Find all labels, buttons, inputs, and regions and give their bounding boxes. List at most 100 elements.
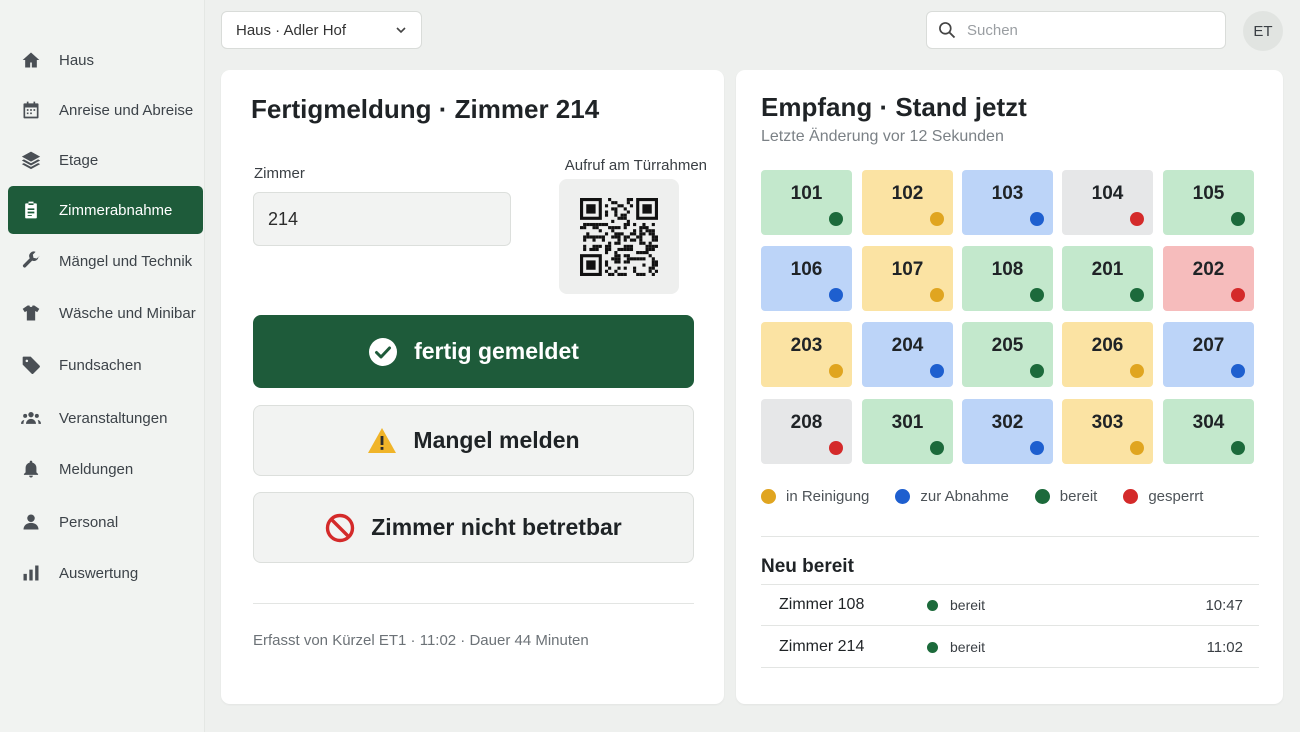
room-tile[interactable]: 301 [862,399,953,464]
sidebar-item-haus[interactable]: Haus [8,36,203,84]
room-number: 105 [1192,183,1225,204]
room-tile[interactable]: 303 [1062,399,1153,464]
status-dot [927,641,938,653]
search-box[interactable] [926,11,1226,49]
sidebar-item-label: Zimmerabnahme [59,201,173,219]
legend-label: bereit [1059,488,1098,505]
sidebar-item-veranstaltungen[interactable]: Veranstaltungen [8,394,203,442]
list-item[interactable]: Zimmer 214 bereit 11:02 [761,627,1259,668]
room-tile[interactable]: 104 [1062,170,1153,235]
wrench-icon [20,250,42,272]
sidebar-item-anreise[interactable]: Anreise und Abreise [8,86,203,134]
list-item-status: bereit [950,639,986,655]
sidebar: Haus Anreise und Abreise Etage Zimmerabn… [0,0,205,732]
report-defect-label: Mangel melden [413,427,580,453]
house-selector[interactable]: Haus · Adler Hof [221,11,422,49]
room-number: 301 [891,412,924,433]
divider [761,536,1259,537]
room-number: 208 [790,412,823,433]
legend-label: gesperrt [1148,488,1204,505]
new-ready-title: Neu bereit [761,556,854,577]
sidebar-item-maengel[interactable]: Mängel und Technik [8,237,203,285]
room-tile[interactable]: 202 [1163,246,1254,311]
room-tile[interactable]: 204 [862,322,953,387]
sidebar-item-fundsachen[interactable]: Fundsachen [8,341,203,389]
status-dot [1130,288,1144,302]
room-tile[interactable]: 101 [761,170,852,235]
room-number: 204 [891,335,924,356]
room-tile[interactable]: 206 [1062,322,1153,387]
person-icon [20,511,42,533]
sidebar-item-label: Auswertung [59,564,139,582]
legend-dot [895,489,911,504]
qr-label: Aufruf am Türrahmen [564,157,707,174]
sidebar-item-etage[interactable]: Etage [8,136,203,184]
room-tile[interactable]: 208 [761,399,852,464]
room-tile[interactable]: 108 [962,246,1053,311]
status-dot [930,288,944,302]
room-input[interactable] [253,192,511,246]
sidebar-item-label: Anreise und Abreise [59,101,194,119]
clipboard-icon [20,199,42,221]
list-item-status: bereit [950,597,986,613]
room-tile[interactable]: 205 [962,322,1053,387]
list-item[interactable]: Zimmer 108 bereit 10:47 [761,585,1259,626]
no-entry-icon [326,513,355,542]
divider [253,603,694,604]
status-dot [1130,441,1144,455]
status-dot [930,441,944,455]
qr-code [559,179,679,294]
room-tile[interactable]: 302 [962,399,1053,464]
room-number: 108 [991,259,1024,280]
report-title: Fertigmeldung · Zimmer 214 [251,94,600,124]
sidebar-item-meldungen[interactable]: Meldungen [8,445,203,493]
legend-dot [1034,489,1050,504]
legend-item: bereit [1034,488,1098,505]
status-dot [829,288,843,302]
list-item-time: 11:02 [1206,638,1243,656]
report-defect-button[interactable]: Mangel melden [253,405,694,476]
list-item-room: Zimmer 108 [779,596,865,613]
status-dot [1231,364,1245,378]
list-item-time: 10:47 [1205,596,1243,614]
room-tile[interactable]: 107 [862,246,953,311]
sidebar-item-label: Haus [59,51,95,69]
room-tile[interactable]: 304 [1163,399,1254,464]
status-dot [930,364,944,378]
sidebar-item-label: Fundsachen [59,356,142,374]
home-icon [20,49,42,71]
room-number: 302 [991,412,1024,433]
room-tile[interactable]: 203 [761,322,852,387]
sidebar-item-label: Wäsche und Minibar [59,304,196,322]
status-dot [1231,212,1245,226]
sidebar-item-zimmerabnahme[interactable]: Zimmerabnahme [8,186,203,234]
room-tile[interactable]: 105 [1163,170,1254,235]
sidebar-item-auswertung[interactable]: Auswertung [8,549,203,597]
reception-title: Empfang · Stand jetzt [761,92,1027,122]
room-tile[interactable]: 102 [862,170,953,235]
legend-dot [1123,489,1139,504]
room-tile[interactable]: 201 [1062,246,1153,311]
status-dot [1030,441,1044,455]
warning-icon [368,427,397,453]
legend-item: gesperrt [1123,488,1203,505]
room-number: 205 [991,335,1024,356]
status-dot [1030,212,1044,226]
sidebar-item-waesche[interactable]: Wäsche und Minibar [8,289,203,337]
report-footer: Erfasst von Kürzel ET1 · 11:02 · Dauer 4… [253,632,589,649]
done-button[interactable]: fertig gemeldet [253,315,694,388]
sidebar-item-personal[interactable]: Personal [8,498,203,546]
room-tile[interactable]: 103 [962,170,1053,235]
room-number: 102 [891,183,924,204]
room-number: 104 [1091,183,1124,204]
sidebar-item-label: Meldungen [59,460,134,478]
tag-icon [20,354,42,376]
room-tile[interactable]: 207 [1163,322,1254,387]
room-number: 101 [790,183,823,204]
avatar[interactable]: ET [1243,11,1283,51]
room-tile[interactable]: 106 [761,246,852,311]
status-dot [927,599,938,611]
search-input[interactable] [967,21,1207,39]
room-inaccessible-button[interactable]: Zimmer nicht betretbar [253,492,694,563]
status-dot [829,212,843,226]
